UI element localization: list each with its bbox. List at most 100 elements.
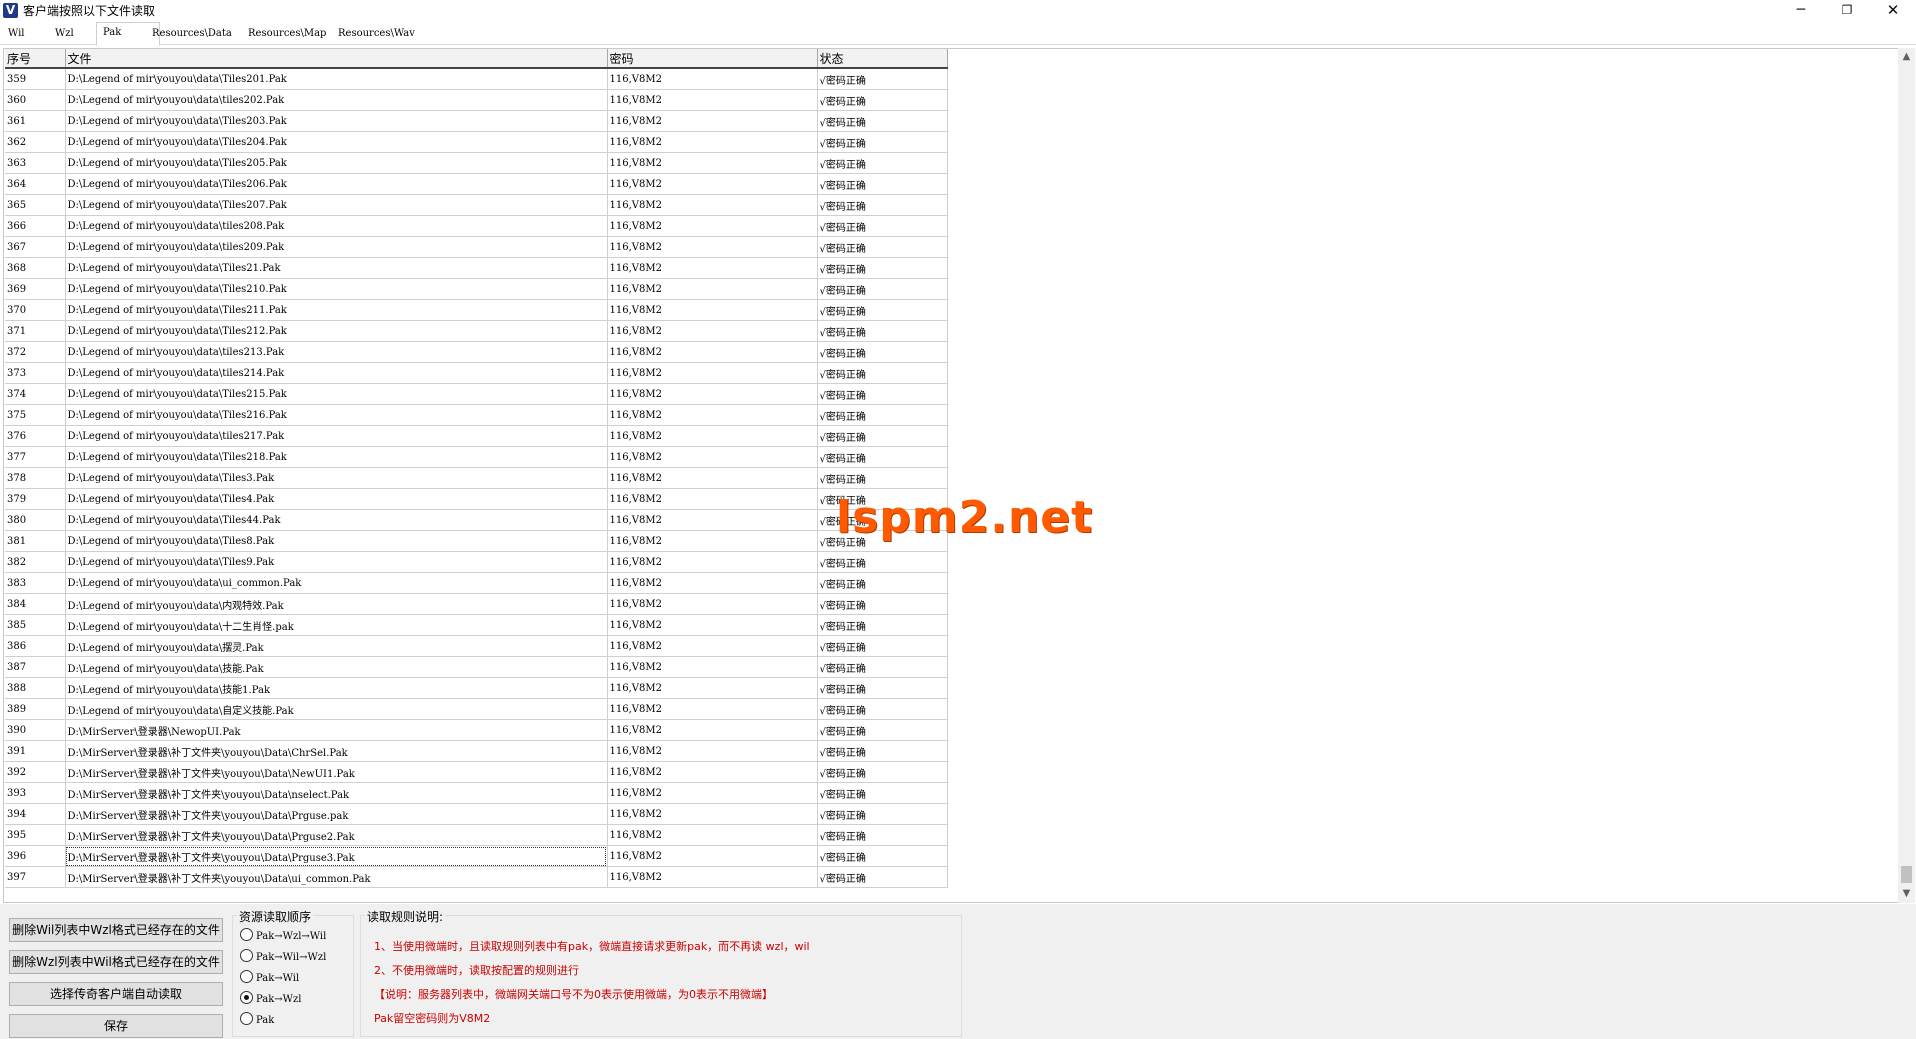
cell-file[interactable]: D:\Legend of mir\youyou\data\Tiles204.Pa… [65, 131, 608, 153]
radio-option-pak-wil[interactable]: Pak→Wil [240, 970, 299, 986]
cell-status[interactable]: √密码正确 [817, 383, 948, 405]
cell-password[interactable]: 116,V8M2 [607, 362, 818, 384]
cell-password[interactable]: 116,V8M2 [607, 782, 818, 804]
cell-seq[interactable]: 392 [5, 761, 66, 783]
cell-status[interactable]: √密码正确 [817, 551, 948, 573]
cell-file[interactable]: D:\Legend of mir\youyou\data\技能.Pak [65, 656, 608, 678]
table-row[interactable]: 382 D:\Legend of mir\youyou\data\Tiles9.P… [5, 551, 948, 573]
cell-status[interactable]: √密码正确 [817, 68, 948, 90]
cell-status[interactable]: √密码正确 [817, 677, 948, 699]
column-header-status[interactable]: 状态 [817, 49, 948, 69]
tab-resources-map[interactable]: Resources\Map [242, 25, 332, 43]
cell-seq[interactable]: 372 [5, 341, 66, 363]
cell-file[interactable]: D:\Legend of mir\youyou\data\tiles214.Pa… [65, 362, 608, 384]
cell-file[interactable]: D:\Legend of mir\youyou\data\技能1.Pak [65, 677, 608, 699]
cell-status[interactable]: √密码正确 [817, 866, 948, 888]
cell-seq[interactable]: 363 [5, 152, 66, 174]
cell-password[interactable]: 116,V8M2 [607, 824, 818, 846]
table-row[interactable]: 371 D:\Legend of mir\youyou\data\Tiles212… [5, 320, 948, 342]
cell-seq[interactable]: 366 [5, 215, 66, 237]
cell-status[interactable]: √密码正确 [817, 635, 948, 657]
cell-file[interactable]: D:\Legend of mir\youyou\data\tiles208.Pa… [65, 215, 608, 237]
cell-password[interactable]: 116,V8M2 [607, 236, 818, 258]
table-row[interactable]: 359 D:\Legend of mir\youyou\data\Tiles201… [5, 68, 948, 90]
table-row[interactable]: 386 D:\Legend of mir\youyou\data\摆灵.Pak 11… [5, 635, 948, 657]
cell-password[interactable]: 116,V8M2 [607, 110, 818, 132]
cell-password[interactable]: 116,V8M2 [607, 215, 818, 237]
cell-password[interactable]: 116,V8M2 [607, 89, 818, 111]
table-row[interactable]: 393 D:\MirServer\登录器\补丁文件夹\youyou\Data\ns… [5, 782, 948, 804]
table-row[interactable]: 376 D:\Legend of mir\youyou\data\tiles217… [5, 425, 948, 447]
cell-status[interactable]: √密码正确 [817, 320, 948, 342]
table-row[interactable]: 363 D:\Legend of mir\youyou\data\Tiles205… [5, 152, 948, 174]
table-row[interactable]: 390 D:\MirServer\登录器\NewopUI.Pak 116,V8M2 √… [5, 719, 948, 741]
cell-password[interactable]: 116,V8M2 [607, 656, 818, 678]
cell-password[interactable]: 116,V8M2 [607, 320, 818, 342]
cell-file[interactable]: D:\Legend of mir\youyou\data\Tiles203.Pa… [65, 110, 608, 132]
auto-read-client-button[interactable]: 选择传奇客户端自动读取 [9, 982, 223, 1006]
cell-file[interactable]: D:\Legend of mir\youyou\data\Tiles211.Pa… [65, 299, 608, 321]
close-button[interactable]: ✕ [1870, 0, 1916, 22]
cell-file[interactable]: D:\Legend of mir\youyou\data\ui_common.P… [65, 572, 608, 594]
cell-password[interactable]: 116,V8M2 [607, 593, 818, 615]
cell-seq[interactable]: 373 [5, 362, 66, 384]
cell-password[interactable]: 116,V8M2 [607, 68, 818, 90]
cell-seq[interactable]: 370 [5, 299, 66, 321]
cell-password[interactable]: 116,V8M2 [607, 341, 818, 363]
cell-password[interactable]: 116,V8M2 [607, 194, 818, 216]
cell-password[interactable]: 116,V8M2 [607, 488, 818, 510]
cell-seq[interactable]: 375 [5, 404, 66, 426]
table-row[interactable]: 373 D:\Legend of mir\youyou\data\tiles214… [5, 362, 948, 384]
cell-seq[interactable]: 371 [5, 320, 66, 342]
cell-password[interactable]: 116,V8M2 [607, 719, 818, 741]
cell-password[interactable]: 116,V8M2 [607, 635, 818, 657]
cell-seq[interactable]: 383 [5, 572, 66, 594]
cell-file[interactable]: D:\Legend of mir\youyou\data\Tiles205.Pa… [65, 152, 608, 174]
tab-wzl[interactable]: Wzl [49, 25, 80, 43]
cell-password[interactable]: 116,V8M2 [607, 740, 818, 762]
table-row[interactable]: 377 D:\Legend of mir\youyou\data\Tiles218… [5, 446, 948, 468]
cell-status[interactable]: √密码正确 [817, 110, 948, 132]
cell-password[interactable]: 116,V8M2 [607, 614, 818, 636]
cell-file[interactable]: D:\Legend of mir\youyou\data\Tiles8.Pak [65, 530, 608, 552]
cell-seq[interactable]: 361 [5, 110, 66, 132]
radio-option-pak-wzl[interactable]: Pak→Wzl [240, 991, 301, 1007]
cell-status[interactable]: √密码正确 [817, 425, 948, 447]
cell-password[interactable]: 116,V8M2 [607, 509, 818, 531]
table-row[interactable]: 380 D:\Legend of mir\youyou\data\Tiles44.… [5, 509, 948, 531]
cell-file[interactable]: D:\Legend of mir\youyou\data\Tiles4.Pak [65, 488, 608, 510]
cell-seq[interactable]: 367 [5, 236, 66, 258]
cell-seq[interactable]: 379 [5, 488, 66, 510]
cell-password[interactable]: 116,V8M2 [607, 446, 818, 468]
cell-seq[interactable]: 376 [5, 425, 66, 447]
cell-file[interactable]: D:\Legend of mir\youyou\data\摆灵.Pak [65, 635, 608, 657]
tab-resources-data[interactable]: Resources\Data [146, 25, 238, 43]
cell-seq[interactable]: 386 [5, 635, 66, 657]
cell-seq[interactable]: 385 [5, 614, 66, 636]
table-row[interactable]: 385 D:\Legend of mir\youyou\data\十二生肖怪.pa… [5, 614, 948, 636]
cell-password[interactable]: 116,V8M2 [607, 845, 818, 867]
cell-status[interactable]: √密码正确 [817, 614, 948, 636]
cell-file[interactable]: D:\Legend of mir\youyou\data\自定义技能.Pak [65, 698, 608, 720]
cell-status[interactable]: √密码正确 [817, 719, 948, 741]
table-row[interactable]: 372 D:\Legend of mir\youyou\data\tiles213… [5, 341, 948, 363]
cell-password[interactable]: 116,V8M2 [607, 404, 818, 426]
cell-seq[interactable]: 369 [5, 278, 66, 300]
cell-file[interactable]: D:\Legend of mir\youyou\data\十二生肖怪.pak [65, 614, 608, 636]
cell-file[interactable]: D:\Legend of mir\youyou\data\Tiles210.Pa… [65, 278, 608, 300]
cell-seq[interactable]: 364 [5, 173, 66, 195]
cell-seq[interactable]: 374 [5, 383, 66, 405]
cell-file[interactable]: D:\Legend of mir\youyou\data\Tiles9.Pak [65, 551, 608, 573]
table-row[interactable]: 369 D:\Legend of mir\youyou\data\Tiles210… [5, 278, 948, 300]
table-row[interactable]: 368 D:\Legend of mir\youyou\data\Tiles21.… [5, 257, 948, 279]
cell-seq[interactable]: 393 [5, 782, 66, 804]
cell-status[interactable]: √密码正确 [817, 845, 948, 867]
cell-password[interactable]: 116,V8M2 [607, 698, 818, 720]
table-row[interactable]: 392 D:\MirServer\登录器\补丁文件夹\youyou\Data\Ne… [5, 761, 948, 783]
cell-status[interactable]: √密码正确 [817, 656, 948, 678]
cell-password[interactable]: 116,V8M2 [607, 572, 818, 594]
tab-resources-wav[interactable]: Resources\Wav [332, 25, 421, 43]
cell-file[interactable]: D:\Legend of mir\youyou\data\tiles213.Pa… [65, 341, 608, 363]
cell-seq[interactable]: 378 [5, 467, 66, 489]
table-row[interactable]: 383 D:\Legend of mir\youyou\data\ui_commo… [5, 572, 948, 594]
